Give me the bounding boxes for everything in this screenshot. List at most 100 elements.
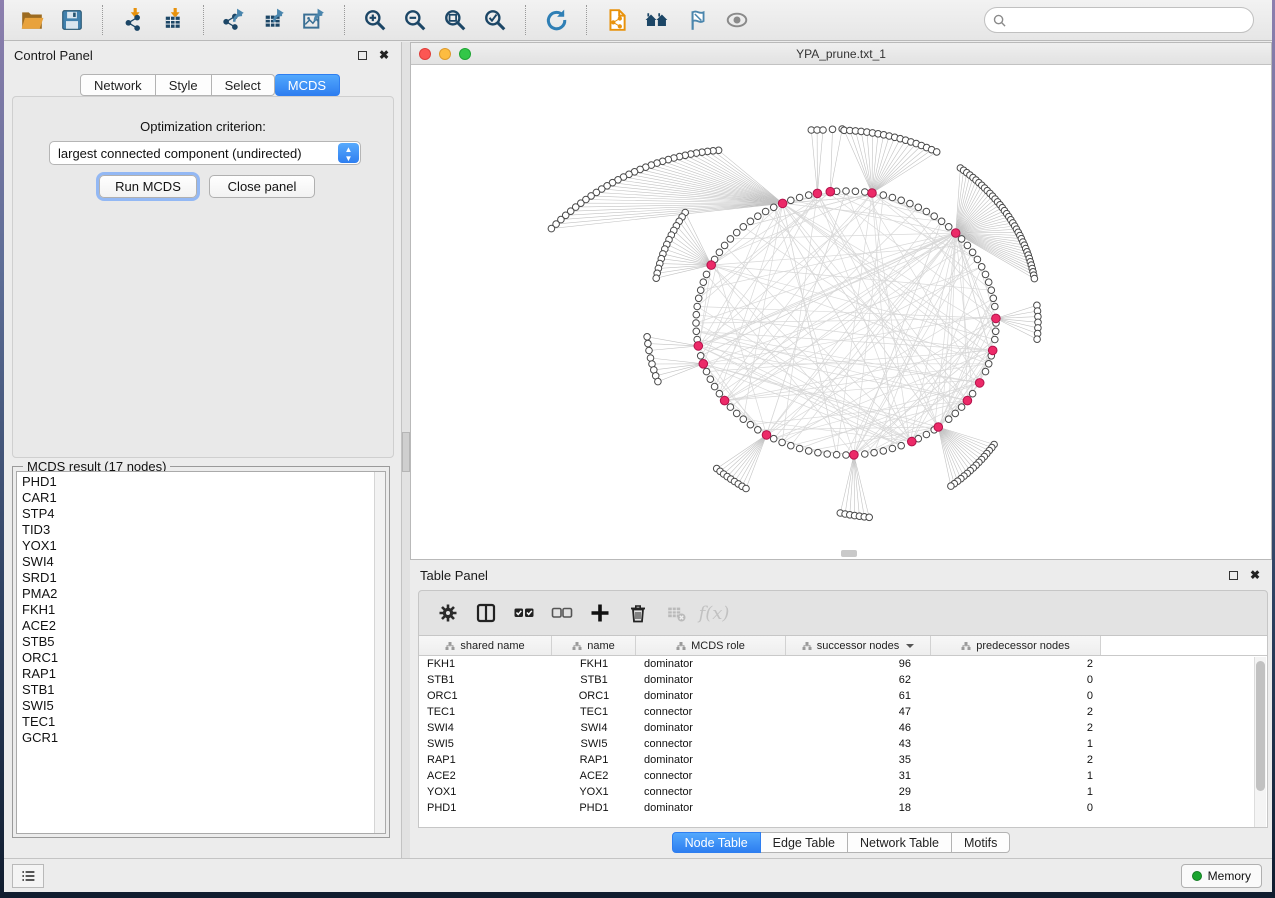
mcds-result-item[interactable]: ACE2	[22, 618, 385, 634]
network-node[interactable]	[755, 427, 762, 434]
tab-select[interactable]: Select	[212, 74, 275, 96]
network-node[interactable]	[755, 213, 762, 220]
network-node[interactable]	[843, 452, 850, 459]
mcds-result-item[interactable]: CAR1	[22, 490, 385, 506]
satellite-node[interactable]	[645, 340, 652, 347]
network-node[interactable]	[762, 208, 769, 215]
split-pane-icon[interactable]	[467, 594, 505, 632]
new-network-from-file-icon[interactable]	[597, 3, 637, 37]
network-node[interactable]	[700, 279, 707, 286]
network-node[interactable]	[693, 328, 700, 335]
network-node[interactable]	[697, 287, 704, 294]
float-table-panel-icon[interactable]	[1226, 568, 1240, 582]
satellite-node[interactable]	[548, 225, 555, 232]
network-node[interactable]	[805, 448, 812, 455]
network-node[interactable]	[985, 279, 992, 286]
network-node[interactable]	[770, 204, 777, 211]
network-node[interactable]	[770, 435, 777, 442]
network-node[interactable]	[992, 303, 999, 310]
mcds-hub-node[interactable]	[992, 314, 1001, 323]
select-all-icon[interactable]	[505, 594, 543, 632]
mcds-result-item[interactable]: GCR1	[22, 730, 385, 746]
column-header-shared-name[interactable]: shared name	[419, 636, 552, 655]
network-node[interactable]	[988, 287, 995, 294]
memory-button[interactable]: Memory	[1181, 864, 1262, 888]
mcds-result-item[interactable]: STP4	[22, 506, 385, 522]
network-node[interactable]	[992, 328, 999, 335]
network-node[interactable]	[788, 197, 795, 204]
mcds-result-item[interactable]: STB1	[22, 682, 385, 698]
export-table-icon[interactable]	[254, 3, 294, 37]
table-row[interactable]: SWI4SWI4dominator462	[419, 720, 1267, 736]
network-node[interactable]	[889, 194, 896, 201]
network-node[interactable]	[711, 383, 718, 390]
deselect-all-icon[interactable]	[543, 594, 581, 632]
network-node[interactable]	[945, 416, 952, 423]
network-node[interactable]	[923, 431, 930, 438]
zoom-in-icon[interactable]	[355, 3, 395, 37]
network-node[interactable]	[727, 236, 734, 243]
network-node[interactable]	[833, 451, 840, 458]
network-node[interactable]	[958, 236, 965, 243]
network-scrollbar[interactable]	[841, 550, 857, 557]
tab-style[interactable]: Style	[156, 74, 212, 96]
add-icon[interactable]	[581, 594, 619, 632]
table-row[interactable]: TEC1TEC1connector472	[419, 704, 1267, 720]
satellite-node[interactable]	[644, 334, 651, 341]
mcds-result-item[interactable]: YOX1	[22, 538, 385, 554]
table-row[interactable]: RAP1RAP1dominator352	[419, 752, 1267, 768]
table-row[interactable]: PHD1PHD1dominator180	[419, 800, 1267, 816]
panel-splitter[interactable]	[402, 42, 410, 858]
import-network-icon[interactable]	[113, 3, 153, 37]
search-field[interactable]	[984, 7, 1254, 33]
column-header-predecessor-nodes[interactable]: predecessor nodes	[931, 636, 1101, 655]
network-node[interactable]	[740, 416, 747, 423]
table-row[interactable]: FKH1FKH1dominator962	[419, 656, 1267, 672]
mcds-hub-node[interactable]	[720, 396, 729, 405]
mcds-result-item[interactable]: RAP1	[22, 666, 385, 682]
satellite-node[interactable]	[1031, 275, 1038, 282]
open-icon[interactable]	[12, 3, 52, 37]
network-node[interactable]	[843, 188, 850, 195]
network-node[interactable]	[815, 449, 822, 456]
satellite-node[interactable]	[948, 483, 955, 490]
network-node[interactable]	[990, 295, 997, 302]
criterion-select[interactable]: largest connected component (undirected)…	[49, 141, 361, 165]
task-history-button[interactable]	[12, 864, 44, 888]
table-row[interactable]: ORC1ORC1dominator610	[419, 688, 1267, 704]
mcds-result-item[interactable]: TEC1	[22, 714, 385, 730]
mcds-result-item[interactable]: SWI4	[22, 554, 385, 570]
satellite-node[interactable]	[1034, 336, 1041, 343]
mcds-hub-node[interactable]	[951, 229, 960, 238]
network-node[interactable]	[915, 204, 922, 211]
network-node[interactable]	[796, 194, 803, 201]
save-icon[interactable]	[52, 3, 92, 37]
network-node[interactable]	[958, 404, 965, 411]
network-node[interactable]	[871, 449, 878, 456]
close-table-panel-icon[interactable]: ✖	[1248, 568, 1262, 582]
satellite-node[interactable]	[646, 347, 653, 354]
network-node[interactable]	[907, 200, 914, 207]
network-node[interactable]	[992, 336, 999, 343]
table-row[interactable]: SWI5SWI5connector431	[419, 736, 1267, 752]
mcds-hub-node[interactable]	[694, 342, 703, 351]
float-panel-icon[interactable]	[355, 48, 369, 62]
table-row[interactable]: YOX1YOX1connector291	[419, 784, 1267, 800]
network-node[interactable]	[898, 442, 905, 449]
show-hide-icon[interactable]	[717, 3, 757, 37]
network-node[interactable]	[697, 353, 704, 360]
mcds-hub-node[interactable]	[707, 261, 716, 270]
flag-icon[interactable]	[677, 3, 717, 37]
network-node[interactable]	[716, 249, 723, 256]
satellite-node[interactable]	[866, 514, 873, 521]
column-header-name[interactable]: name	[552, 636, 636, 655]
close-panel-icon[interactable]: ✖	[377, 48, 391, 62]
network-node[interactable]	[880, 192, 887, 199]
network-node[interactable]	[931, 213, 938, 220]
tab-motifs[interactable]: Motifs	[952, 832, 1010, 853]
zoom-fit-icon[interactable]	[435, 3, 475, 37]
mcds-result-item[interactable]: ORC1	[22, 650, 385, 666]
column-header-MCDS-role[interactable]: MCDS role	[636, 636, 786, 655]
mcds-hub-node[interactable]	[826, 187, 835, 196]
network-node[interactable]	[862, 189, 869, 196]
